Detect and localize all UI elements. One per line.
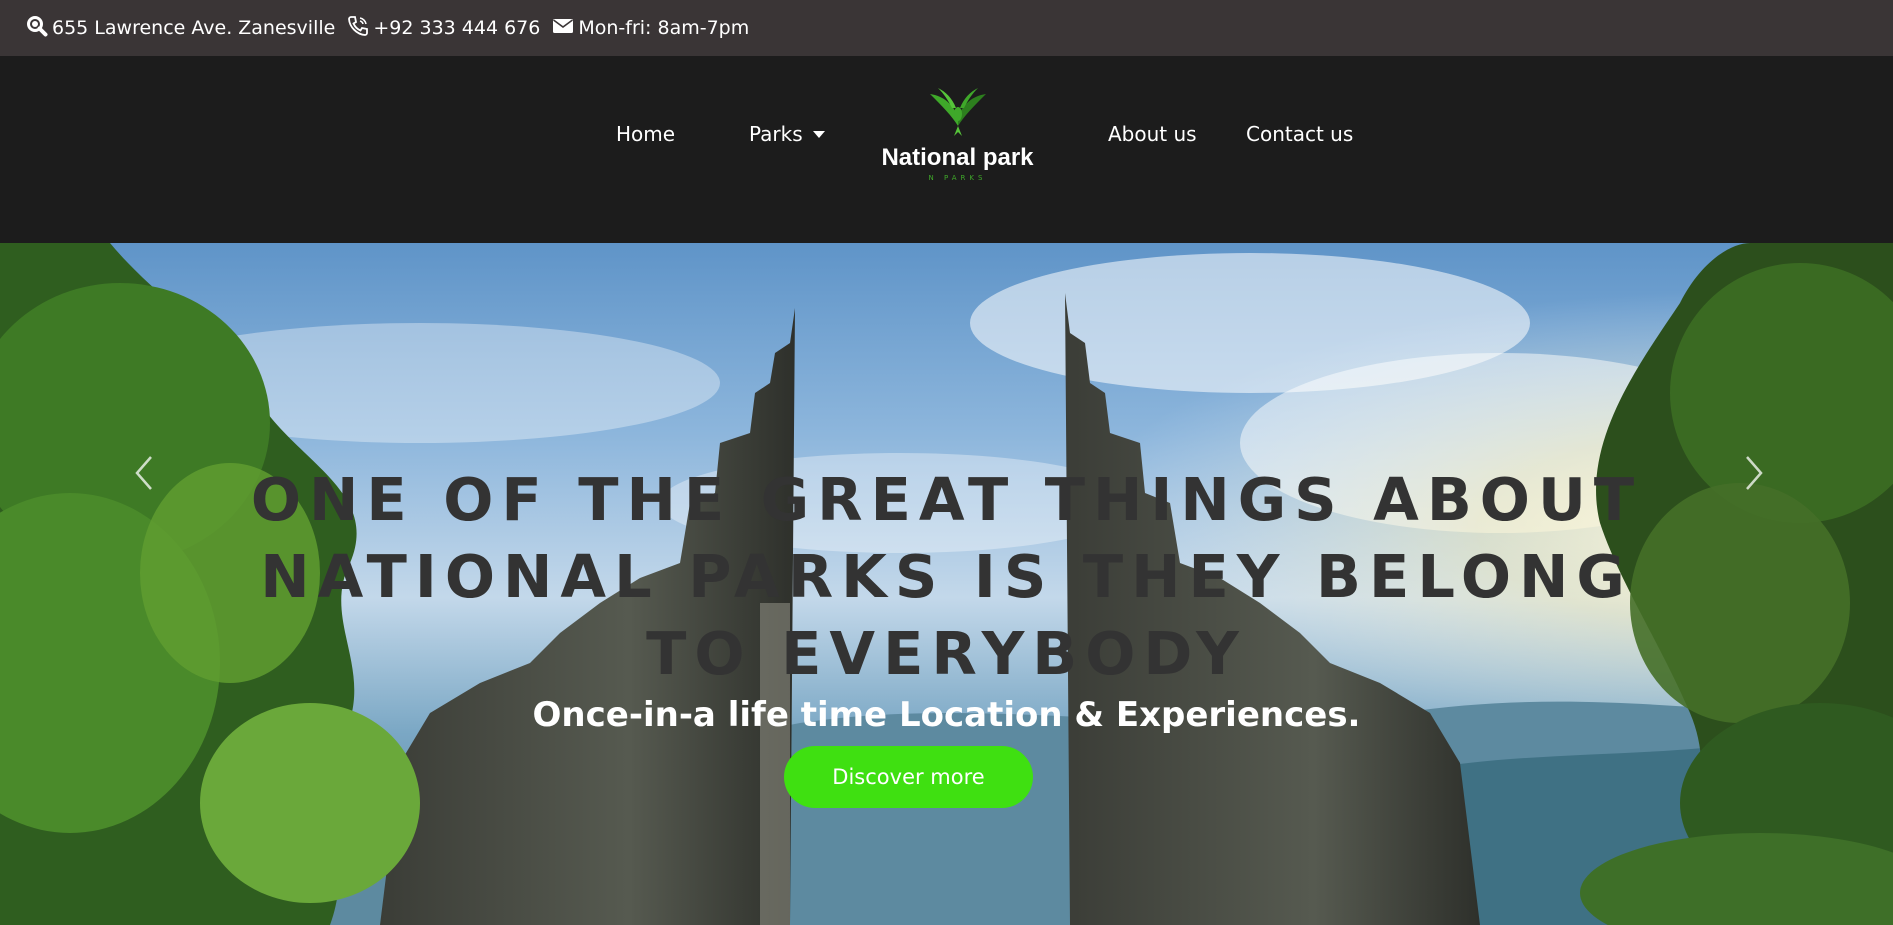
hero-subheading: Once-in-a life time Location & Experienc…	[532, 695, 1361, 735]
phone-text: +92 333 444 676	[373, 17, 541, 39]
caret-down-icon	[812, 130, 825, 138]
top-info-bar: 655 Lawrence Ave. Zanesville +92 333 444…	[0, 0, 1893, 56]
bird-logo-icon	[928, 88, 988, 142]
nav-item-about[interactable]: About us	[1108, 122, 1197, 146]
nav-item-parks[interactable]: Parks	[749, 122, 825, 146]
brand-logo[interactable]: National park N PARKS	[870, 86, 1045, 186]
phone-info: +92 333 444 676	[347, 15, 540, 42]
discover-more-button[interactable]: Discover more	[784, 746, 1033, 808]
address-text: 655 Lawrence Ave. Zanesville	[52, 17, 336, 39]
hours-info: Mon-fri: 8am-7pm	[552, 17, 749, 40]
nav-item-home[interactable]: Home	[616, 122, 675, 146]
brand-title: National park	[881, 144, 1034, 171]
address-info: 655 Lawrence Ave. Zanesville	[26, 15, 335, 42]
phone-icon	[347, 15, 373, 42]
chevron-right-icon[interactable]	[1733, 443, 1773, 503]
hero-carousel: ONE OF THE GREAT THINGS ABOUT NATIONAL P…	[0, 243, 1893, 925]
main-navbar: Home Parks National park N PARKS About u…	[0, 56, 1893, 243]
nav-item-contact[interactable]: Contact us	[1246, 122, 1353, 146]
nav-item-label: Parks	[749, 122, 803, 146]
nav-item-label: About us	[1108, 122, 1197, 146]
hours-text: Mon-fri: 8am-7pm	[578, 17, 750, 39]
envelope-icon	[552, 17, 578, 40]
nav-item-label: Contact us	[1246, 122, 1354, 146]
brand-subtitle: N PARKS	[928, 174, 987, 182]
chevron-left-icon[interactable]	[125, 443, 165, 503]
hero-heading: ONE OF THE GREAT THINGS ABOUT NATIONAL P…	[250, 465, 1643, 688]
search-icon	[26, 15, 52, 42]
nav-item-label: Home	[616, 122, 676, 146]
